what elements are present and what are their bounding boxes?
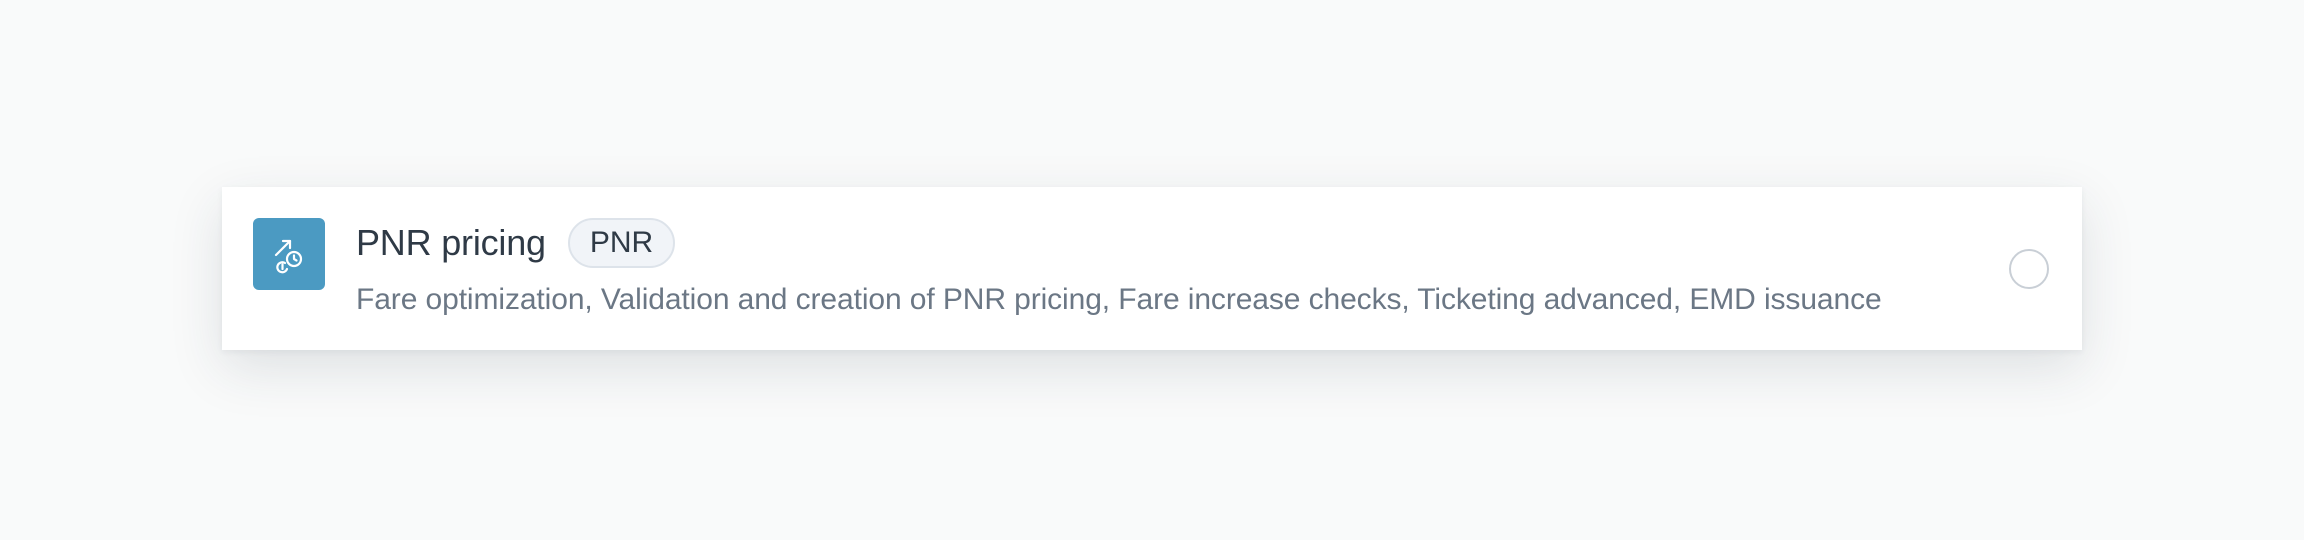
option-title: PNR pricing (356, 222, 546, 263)
option-title-row: PNR pricing PNR (356, 217, 676, 269)
option-description: Fare optimization, Validation and creati… (356, 283, 1882, 316)
pricing-trend-clock-icon (253, 218, 325, 290)
option-badge: PNR (567, 218, 676, 268)
option-card-pnr-pricing[interactable]: PNR pricing PNR Fare optimization, Valid… (222, 187, 2082, 350)
option-radio-button[interactable] (2009, 249, 2049, 289)
